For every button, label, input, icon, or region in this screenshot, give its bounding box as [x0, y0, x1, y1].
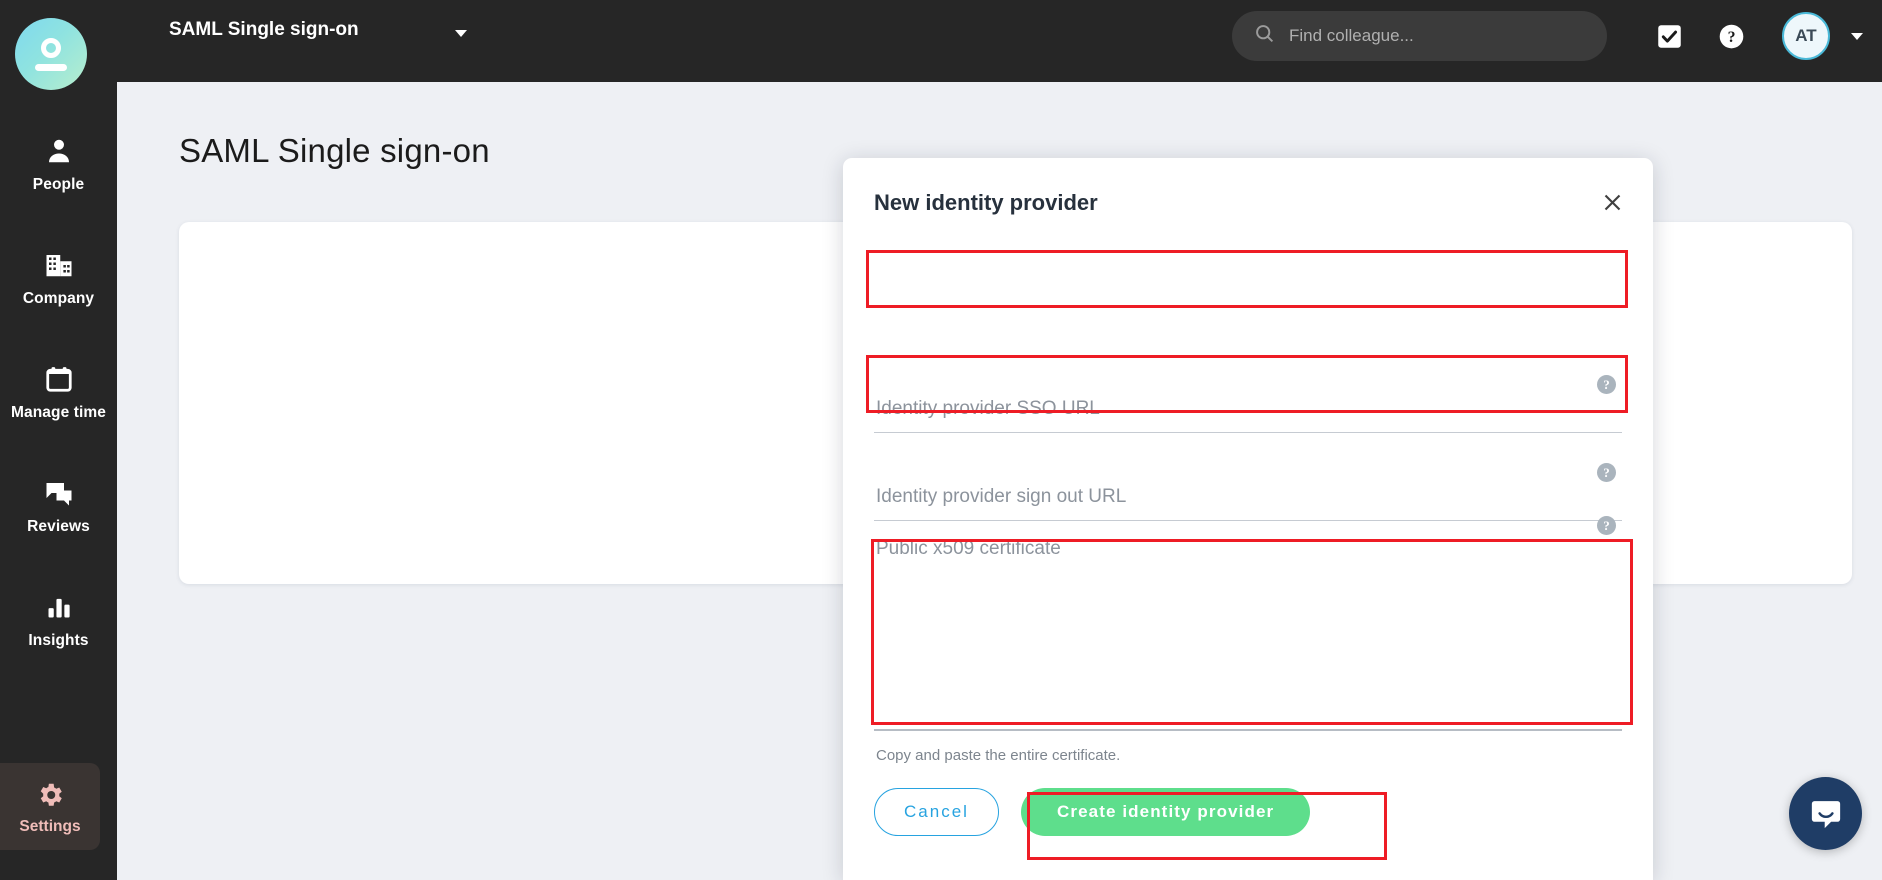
dialog-title: New identity provider: [874, 190, 1098, 215]
checkbox-checked-icon[interactable]: [1653, 20, 1685, 52]
chevron-down-icon[interactable]: [455, 30, 467, 37]
sidebar-item-label: Insights: [28, 632, 89, 649]
sidebar-item-insights[interactable]: Insights: [0, 576, 117, 662]
sidebar: People Company Manage time Reviews Insig…: [0, 0, 117, 880]
gear-icon: [35, 779, 65, 811]
sso-url-help-icon[interactable]: ?: [1597, 375, 1616, 394]
sidebar-item-reviews[interactable]: Reviews: [0, 462, 117, 548]
signout-url-help-icon[interactable]: ?: [1597, 463, 1616, 482]
sidebar-item-label: Reviews: [27, 518, 90, 535]
logo-head-shape: [41, 37, 61, 58]
sidebar-item-label: People: [32, 176, 85, 193]
page-title: SAML Single sign-on: [179, 132, 490, 169]
dialog-actions: Cancel Create identity provider: [874, 788, 1311, 836]
bar-chart-icon: [45, 590, 73, 624]
avatar-chevron-down-icon[interactable]: [1851, 33, 1863, 40]
calendar-icon: [44, 362, 74, 396]
chat-bubbles-icon: [44, 476, 74, 510]
create-identity-provider-button[interactable]: Create identity provider: [1021, 788, 1311, 836]
building-icon: [44, 248, 74, 282]
app-root: People Company Manage time Reviews Insig…: [0, 0, 1882, 880]
close-icon[interactable]: [1596, 186, 1628, 218]
sidebar-item-label: Manage time: [11, 404, 106, 421]
signout-url-input[interactable]: [874, 459, 1622, 521]
search-input[interactable]: [1289, 26, 1569, 46]
sidebar-nav: People Company Manage time Reviews Insig…: [0, 120, 117, 690]
person-icon: [44, 134, 74, 168]
certificate-label: Public x509 certificate: [876, 538, 1061, 559]
signout-url-field: ?: [874, 459, 1622, 521]
avatar[interactable]: AT: [1782, 12, 1830, 60]
search-icon: [1254, 23, 1275, 49]
question-circle-icon[interactable]: ?: [1715, 20, 1747, 52]
sidebar-item-label: Settings: [19, 818, 81, 835]
sidebar-item-label: Company: [22, 290, 95, 307]
topbar-title: SAML Single sign-on: [169, 19, 359, 40]
certificate-hint: Copy and paste the entire certificate.: [876, 747, 1121, 764]
new-identity-provider-dialog: New identity provider ? ? ? Public x509 …: [843, 158, 1653, 880]
certificate-help-icon[interactable]: ?: [1597, 516, 1616, 535]
topbar: SAML Single sign-on ? AT: [117, 0, 1882, 82]
cancel-button[interactable]: Cancel: [874, 788, 999, 836]
sidebar-item-settings[interactable]: Settings: [0, 763, 100, 850]
svg-text:?: ?: [1727, 29, 1735, 46]
company-logo[interactable]: [15, 18, 87, 90]
search-box[interactable]: [1232, 11, 1607, 61]
certificate-textarea[interactable]: [874, 576, 1622, 731]
certificate-field: ? Public x509 certificate Copy and paste…: [874, 516, 1622, 764]
sso-url-input[interactable]: [874, 371, 1622, 433]
sidebar-item-company[interactable]: Company: [0, 234, 117, 320]
sidebar-item-manage-time[interactable]: Manage time: [0, 348, 117, 434]
sidebar-item-people[interactable]: People: [0, 120, 117, 206]
logo-body-shape: [35, 63, 67, 71]
messenger-icon[interactable]: [1789, 777, 1862, 850]
sso-url-field: ?: [874, 371, 1622, 433]
avatar-initials: AT: [1795, 26, 1817, 45]
